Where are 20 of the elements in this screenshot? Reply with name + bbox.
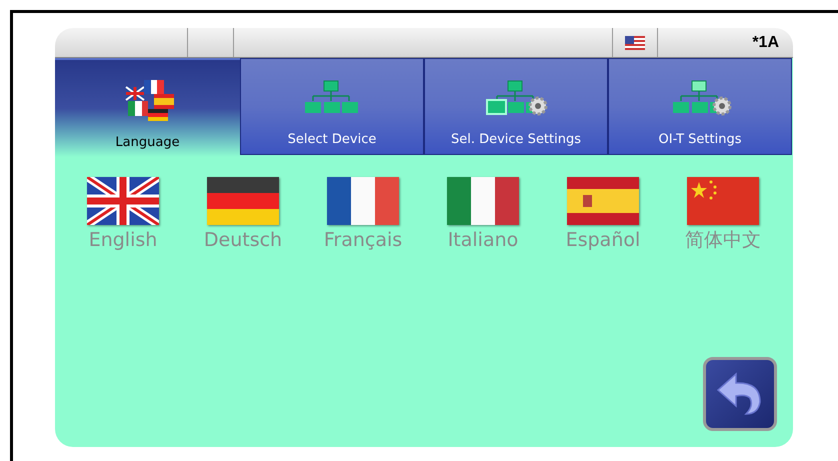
tab[interactable]: Select Device (240, 58, 424, 155)
language-option[interactable]: English (63, 177, 183, 252)
language-option[interactable]: Italiano (423, 177, 543, 252)
tab[interactable]: Language (55, 58, 240, 157)
tab[interactable]: OI-T Settings (608, 58, 792, 155)
language-option[interactable]: Deutsch (183, 177, 303, 252)
language-option[interactable]: Français (303, 177, 423, 252)
status-indicator: *1A (752, 32, 779, 52)
us-flag-icon (625, 36, 645, 50)
tab[interactable]: Sel. Device Settings (424, 58, 608, 155)
network-gear-icon (484, 78, 548, 116)
language-option[interactable]: 简体中文 (663, 177, 783, 252)
flag-icon (447, 177, 519, 225)
flag-icon (327, 177, 399, 225)
flag-icon (687, 177, 759, 225)
language-option[interactable]: Español (543, 177, 663, 252)
back-button[interactable] (703, 357, 777, 431)
flag-icon (207, 177, 279, 225)
flag-icon (87, 177, 159, 225)
flag-icon (567, 177, 639, 225)
